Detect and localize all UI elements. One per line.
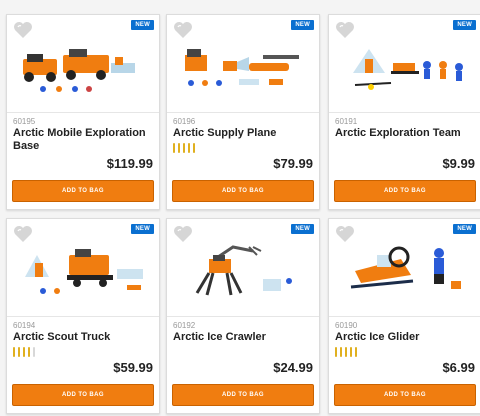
product-image[interactable]	[179, 37, 309, 99]
star-icon	[345, 347, 347, 357]
rating-stars	[13, 347, 35, 359]
product-name[interactable]: Arctic Mobile Exploration Base	[13, 127, 155, 153]
product-price: $24.99	[273, 360, 313, 375]
new-badge: NEW	[131, 224, 154, 234]
star-icon	[350, 347, 352, 357]
product-sku: 60190	[335, 321, 358, 330]
star-icon	[340, 347, 342, 357]
star-icon	[18, 347, 20, 357]
new-badge: NEW	[131, 20, 154, 30]
product-image[interactable]	[19, 241, 149, 303]
new-badge: NEW	[291, 20, 314, 30]
product-name[interactable]: Arctic Supply Plane	[173, 127, 315, 140]
star-icon	[178, 143, 180, 153]
star-icon	[335, 347, 337, 357]
product-price: $79.99	[273, 156, 313, 171]
rating-stars	[173, 143, 195, 155]
product-price: $59.99	[113, 360, 153, 375]
product-image[interactable]	[341, 37, 471, 99]
product-name[interactable]: Arctic Scout Truck	[13, 331, 155, 344]
card-divider	[7, 316, 159, 317]
star-icon	[183, 143, 185, 153]
product-price: $119.99	[106, 156, 153, 171]
add-to-bag-button[interactable]: ADD TO BAG	[12, 384, 154, 406]
product-name[interactable]: Arctic Exploration Team	[335, 127, 477, 140]
product-name[interactable]: Arctic Ice Crawler	[173, 331, 315, 344]
product-card[interactable]: NEW 60192 Arctic Ice Crawler $24.99 ADD …	[166, 218, 320, 414]
product-sku: 60191	[335, 117, 358, 126]
product-price: $9.99	[442, 156, 475, 171]
product-card[interactable]: NEW 60194 Arctic Scout Truck $59.99 ADD …	[6, 218, 160, 414]
star-icon	[13, 347, 15, 357]
card-divider	[329, 316, 480, 317]
add-to-bag-button[interactable]: ADD TO BAG	[172, 384, 314, 406]
star-icon	[355, 347, 357, 357]
product-name[interactable]: Arctic Ice Glider	[335, 331, 477, 344]
card-divider	[7, 112, 159, 113]
star-icon	[173, 143, 175, 153]
product-image[interactable]	[179, 241, 309, 303]
new-badge: NEW	[453, 20, 476, 30]
product-sku: 60195	[13, 117, 36, 126]
add-to-bag-button[interactable]: ADD TO BAG	[334, 180, 476, 202]
rating-stars	[335, 347, 357, 359]
star-icon	[188, 143, 190, 153]
product-sku: 60194	[13, 321, 36, 330]
star-icon	[33, 347, 35, 357]
product-image[interactable]	[341, 241, 471, 303]
new-badge: NEW	[453, 224, 476, 234]
product-image[interactable]	[19, 37, 149, 99]
product-sku: 60192	[173, 321, 196, 330]
add-to-bag-button[interactable]: ADD TO BAG	[172, 180, 314, 202]
star-icon	[28, 347, 30, 357]
add-to-bag-button[interactable]: ADD TO BAG	[12, 180, 154, 202]
product-sku: 60196	[173, 117, 196, 126]
product-card[interactable]: NEW 60191 Arctic Exploration Team $9.99 …	[328, 14, 480, 210]
star-icon	[193, 143, 195, 153]
card-divider	[329, 112, 480, 113]
product-price: $6.99	[442, 360, 475, 375]
product-card[interactable]: NEW 60196 Arctic Supply Plane $79.99 ADD…	[166, 14, 320, 210]
add-to-bag-button[interactable]: ADD TO BAG	[334, 384, 476, 406]
card-divider	[167, 316, 319, 317]
new-badge: NEW	[291, 224, 314, 234]
product-card[interactable]: NEW 60195 Arctic Mobile Exploration Base…	[6, 14, 160, 210]
card-divider	[167, 112, 319, 113]
star-icon	[23, 347, 25, 357]
product-card[interactable]: NEW 60190 Arctic Ice Glider $6.99 ADD TO…	[328, 218, 480, 414]
